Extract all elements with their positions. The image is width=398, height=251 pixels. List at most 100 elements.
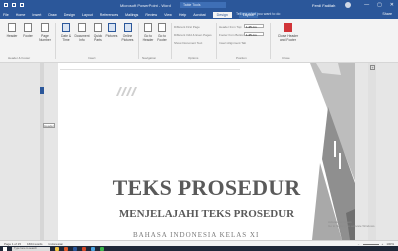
chrome-icon[interactable] [100,246,104,251]
ribbon-separator [270,23,271,59]
header-label: Header [6,34,18,38]
group-position: Position [236,56,247,60]
activate-line-2: Go to Settings to activate Windows. [328,224,376,228]
group-navigation: Navigation [142,56,157,60]
header-button[interactable]: Header [4,23,20,38]
share-button[interactable]: Share [382,12,392,16]
file-explorer-icon[interactable] [55,246,59,251]
footer-from-bottom-label: Footer from Bottom: [219,33,246,37]
page-count[interactable]: Page 1 of 15 [4,242,21,246]
online-pictures-label: Online Pictures [121,34,134,42]
footer-from-bottom-input[interactable]: 1.25 cm [244,32,264,37]
page-number-icon [41,23,49,32]
quick-parts-label: Quick Parts [93,34,103,42]
document-info-label: Document Info [74,34,90,42]
go-to-footer-label: Go to Footer [157,34,167,42]
tab-draw[interactable]: Draw [48,13,56,17]
header-from-top-input[interactable]: 1.25 cm [244,24,264,29]
ribbon: Header Footer Page Number Date & Time Do… [0,19,398,63]
ribbon-separator [138,23,139,59]
scroll-up-button[interactable]: + [370,65,375,70]
tab-references[interactable]: References [100,13,118,17]
undo-icon[interactable] [12,3,16,7]
ribbon-tabs: File Home Insert Draw Design Layout Refe… [0,10,398,19]
taskbar: Type here to search [0,246,398,251]
vertical-scrollbar[interactable] [368,63,376,240]
go-to-header-label: Go to Header [142,34,154,42]
close-header-footer-label: Close Header and Footer [277,34,299,42]
word-count[interactable]: 1664 words [27,242,43,246]
window-title: Microsoft PowerPoint - Word [120,3,171,8]
document-line-partial: BAHASA INDONESIA KELAS XI [133,231,260,239]
tab-insert[interactable]: Insert [32,13,41,17]
pictures-icon [107,23,116,32]
insert-alignment-tab-button[interactable]: Insert Alignment Tab [219,41,246,45]
title-bar: Microsoft PowerPoint - Word Table Tools … [0,0,398,10]
tab-view[interactable]: View [164,13,172,17]
group-close: Close [282,56,290,60]
footer-icon [24,23,32,32]
pictures-label: Pictures [105,34,118,38]
header-tag: Header [43,123,55,128]
date-time-button[interactable]: Date & Time [58,23,74,42]
window-controls: — ▢ ✕ [364,2,394,8]
ribbon-separator [171,23,172,59]
pictures-button[interactable]: Pictures [104,23,119,38]
document-info-button[interactable]: Document Info [74,23,90,42]
online-pictures-button[interactable]: Online Pictures [119,23,136,42]
tab-header-footer-design[interactable]: Design [212,11,232,18]
go-to-footer-icon [158,23,166,32]
page-number-button[interactable]: Page Number [36,23,54,42]
user-name[interactable]: Ferdi Fadilah [312,3,335,8]
different-odd-even-option[interactable]: Different Odd & Even Pages [174,33,212,37]
tab-home[interactable]: Home [16,13,26,17]
redo-icon[interactable] [20,3,24,7]
word-icon[interactable] [73,246,77,251]
context-tab-label: Table Tools [180,2,226,8]
tab-review[interactable]: Review [145,13,157,17]
tab-mailings[interactable]: Mailings [125,13,138,17]
footer-button[interactable]: Footer [20,23,36,38]
footer-label: Footer [23,34,33,38]
header-from-top-label: Header from Top: [219,25,243,29]
zoom-slider[interactable] [362,243,379,245]
tab-help[interactable]: Help [179,13,186,17]
different-first-page-option[interactable]: Different First Page [174,25,200,29]
close-header-footer-button[interactable]: Close Header and Footer [275,23,301,42]
document-page[interactable]: TEKS PROSEDUR MENJELAJAHI TEKS PROSEDUR … [58,63,355,240]
taskbar-search[interactable]: Type here to search [12,246,50,251]
tab-file[interactable]: File [3,13,9,17]
group-insert: Insert [88,56,96,60]
online-pictures-icon [123,23,132,32]
calendar-icon [62,23,70,32]
go-to-header-icon [144,23,152,32]
minimize-button[interactable]: — [364,2,369,8]
tell-me-search[interactable]: Tell me what you want to do [236,12,280,16]
store-icon[interactable] [91,246,95,251]
document-subtitle: MENJELAJAHI TEKS PROSEDUR [118,208,295,220]
tab-layout[interactable]: Layout [82,13,93,17]
document-title: TEKS PROSEDUR [112,175,301,200]
tab-acrobat[interactable]: Acrobat [193,13,205,17]
show-document-text-option[interactable]: Show Document Text [174,41,202,45]
windows-start-icon[interactable] [3,246,7,251]
powerpoint-icon[interactable] [82,246,86,251]
go-to-header-button[interactable]: Go to Header [141,23,155,42]
word-window: Microsoft PowerPoint - Word Table Tools … [0,0,398,251]
maximize-button[interactable]: ▢ [377,2,382,8]
tab-design[interactable]: Design [64,13,75,17]
quick-parts-icon [94,23,102,32]
save-icon[interactable] [4,3,8,7]
language[interactable]: Indonesian [49,242,64,246]
go-to-footer-button[interactable]: Go to Footer [155,23,169,42]
close-button[interactable]: ✕ [390,2,394,8]
document-info-icon [78,23,86,32]
date-time-label: Date & Time [60,34,72,42]
document-canvas[interactable]: Header TEKS PROSEDUR MENJELAJAHI TEKS PR… [0,63,398,240]
ruler-margin-marker[interactable] [40,87,44,94]
quick-access-toolbar [0,3,24,7]
avatar[interactable] [345,2,351,8]
activate-windows-watermark: Activate Windows Go to Settings to activ… [328,220,375,228]
browser-icon[interactable] [64,246,68,251]
page-number-label: Page Number [39,34,51,42]
